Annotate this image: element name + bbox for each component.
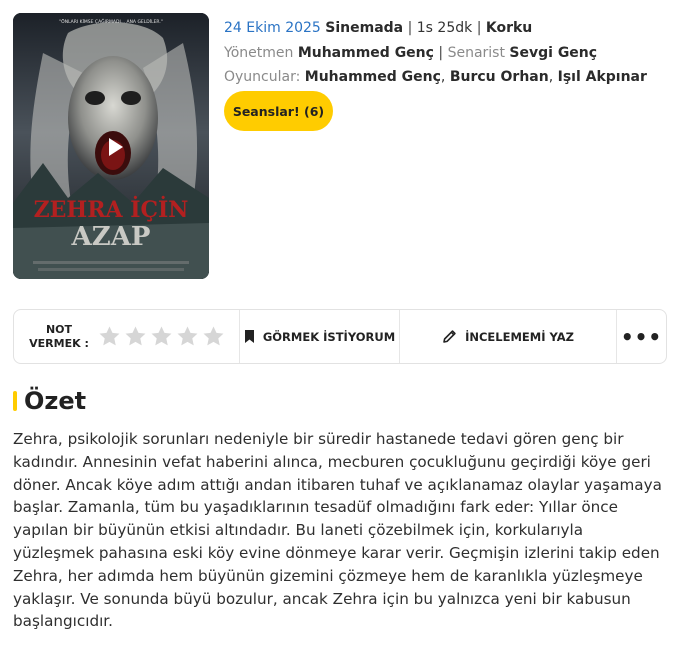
cast-link[interactable]: Burcu Orhan [450, 69, 549, 85]
movie-meta: 24 Ekim 2025 Sinemada | 1s 25dk | Korku … [224, 16, 664, 90]
star-icon[interactable] [124, 325, 147, 348]
release-date[interactable]: 24 Ekim 2025 [224, 20, 321, 36]
star-icon[interactable] [202, 325, 225, 348]
rate-label: NOT VERMEK : [29, 322, 89, 350]
star-icon[interactable] [98, 325, 121, 348]
poster-tagline: "ÖNLARI KİMSE ÇAĞIRMADI... ANA GELDİLER.… [59, 18, 163, 25]
duration: 1s 25dk [416, 20, 473, 36]
genre-link[interactable]: Korku [486, 20, 532, 36]
bookmark-icon [244, 330, 254, 343]
director-label: Yönetmen [224, 44, 294, 61]
poster-title-line1: ZEHRA İÇİN [34, 195, 189, 223]
movie-poster[interactable]: ZEHRA İÇİN AZAP "ÖNLARI KİMSE ÇAĞIRMADI.… [13, 13, 209, 279]
star-rating [98, 325, 225, 348]
writer-label: Senarist [447, 44, 505, 61]
release-status: Sinemada [325, 20, 404, 36]
cast-label: Oyuncular: [224, 69, 301, 85]
cast-link[interactable]: Işıl Akpınar [558, 69, 647, 85]
summary-heading: Özet [13, 386, 86, 416]
more-icon: ••• [620, 324, 663, 349]
writer-link[interactable]: Sevgi Genç [509, 45, 597, 61]
summary-text: Zehra, psikolojik sorunları nedeniyle bi… [13, 430, 662, 631]
star-icon[interactable] [176, 325, 199, 348]
rating-widget: NOT VERMEK : [14, 310, 240, 363]
heading-accent-bar [13, 391, 17, 411]
more-options-button[interactable]: ••• [617, 310, 666, 363]
write-review-label: İNCELEMEMİ YAZ [465, 329, 574, 344]
crew-row: Yönetmen Muhammed Genç | Senarist Sevgi … [224, 44, 598, 61]
star-icon[interactable] [150, 325, 173, 348]
want-to-see-label: GÖRMEK İSTİYORUM [262, 329, 396, 344]
cast-link[interactable]: Muhammed Genç [305, 69, 441, 85]
play-icon[interactable] [104, 136, 126, 158]
cast-row: Oyuncular: Muhammed Genç, Burcu Orhan, I… [224, 69, 647, 85]
director-link[interactable]: Muhammed Genç [298, 45, 434, 61]
write-review-button[interactable]: İNCELEMEMİ YAZ [400, 310, 617, 363]
summary-title: Özet [24, 387, 87, 415]
sessions-button[interactable]: Seanslar! (6) [224, 91, 333, 131]
release-row: 24 Ekim 2025 Sinemada | 1s 25dk | Korku [224, 20, 533, 36]
poster-title-line2: AZAP [71, 222, 151, 252]
pencil-icon [443, 330, 456, 343]
want-to-see-button[interactable]: GÖRMEK İSTİYORUM [240, 310, 400, 363]
action-bar: NOT VERMEK : GÖRMEK İSTİYORUM İNCELEMEMİ… [13, 309, 667, 364]
